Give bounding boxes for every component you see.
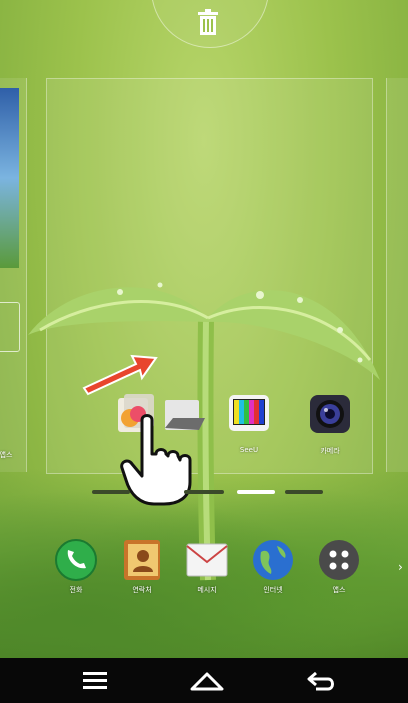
- home-icon: [190, 672, 224, 690]
- back-button[interactable]: [286, 658, 356, 703]
- internet-icon[interactable]: [251, 538, 295, 582]
- dock-label-messages: 메시지: [197, 586, 217, 594]
- app-label-camera: 카메라: [320, 447, 340, 455]
- dock-label-apps: 앱스: [332, 586, 346, 594]
- dock-label-internet: 인터넷: [263, 586, 283, 594]
- navigation-bar: [0, 658, 408, 703]
- messages-icon[interactable]: [185, 538, 229, 582]
- trash-icon[interactable]: [196, 8, 220, 36]
- hand-pointer-icon: [120, 414, 192, 506]
- camera-icon[interactable]: [309, 394, 351, 436]
- dock-label-contacts: 연락처: [132, 586, 152, 594]
- contacts-icon[interactable]: [120, 538, 164, 582]
- home-panel-right[interactable]: [386, 78, 408, 472]
- left-panel-label: 앱스: [0, 451, 13, 459]
- phone-icon[interactable]: [54, 538, 98, 582]
- widget-thumbnail: [0, 88, 19, 268]
- page-indicator-2: [184, 490, 224, 494]
- menu-button[interactable]: [60, 658, 130, 703]
- apps-icon[interactable]: [317, 538, 361, 582]
- home-button[interactable]: [172, 658, 242, 703]
- page-indicator-1: [92, 490, 130, 494]
- widget-frame: [0, 302, 20, 352]
- page-indicator-4: [285, 490, 323, 494]
- back-icon: [307, 671, 334, 690]
- page-indicator-3-active: [237, 490, 275, 494]
- tv-icon[interactable]: [228, 394, 270, 436]
- edge-chevron-icon: ›: [398, 560, 403, 574]
- dock-label-phone: 전화: [69, 586, 83, 594]
- menu-icon: [83, 671, 107, 689]
- app-label-seeu: SeeU: [239, 446, 259, 454]
